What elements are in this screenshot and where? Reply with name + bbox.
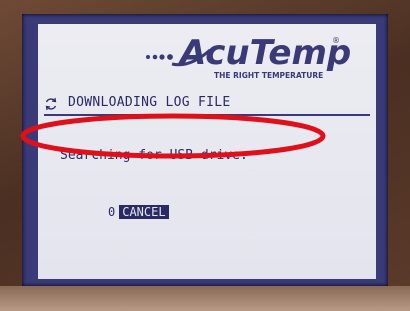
device-bezel-lower [0, 286, 410, 311]
screen-header: DOWNLOADING LOG FILE [44, 92, 370, 116]
logo-brand-text: AcuTemp [177, 33, 350, 73]
cancel-option[interactable]: 0 CANCEL [108, 204, 169, 220]
logo-registered-mark: ® [332, 36, 340, 45]
cancel-button[interactable]: CANCEL [119, 205, 169, 219]
lcd-screen: AcuTemp ® THE RIGHT TEMPERATURE DOWNLOAD… [22, 14, 388, 286]
status-message: Searching for USB drive. [60, 148, 248, 163]
header-title: DOWNLOADING LOG FILE [68, 95, 231, 110]
logo-tagline: THE RIGHT TEMPERATURE [214, 71, 323, 80]
lcd-display: AcuTemp ® THE RIGHT TEMPERATURE DOWNLOAD… [38, 24, 376, 279]
acutemp-logo: AcuTemp ® THE RIGHT TEMPERATURE [146, 33, 350, 80]
cancel-key-number: 0 [108, 205, 116, 219]
refresh-icon [45, 97, 57, 111]
